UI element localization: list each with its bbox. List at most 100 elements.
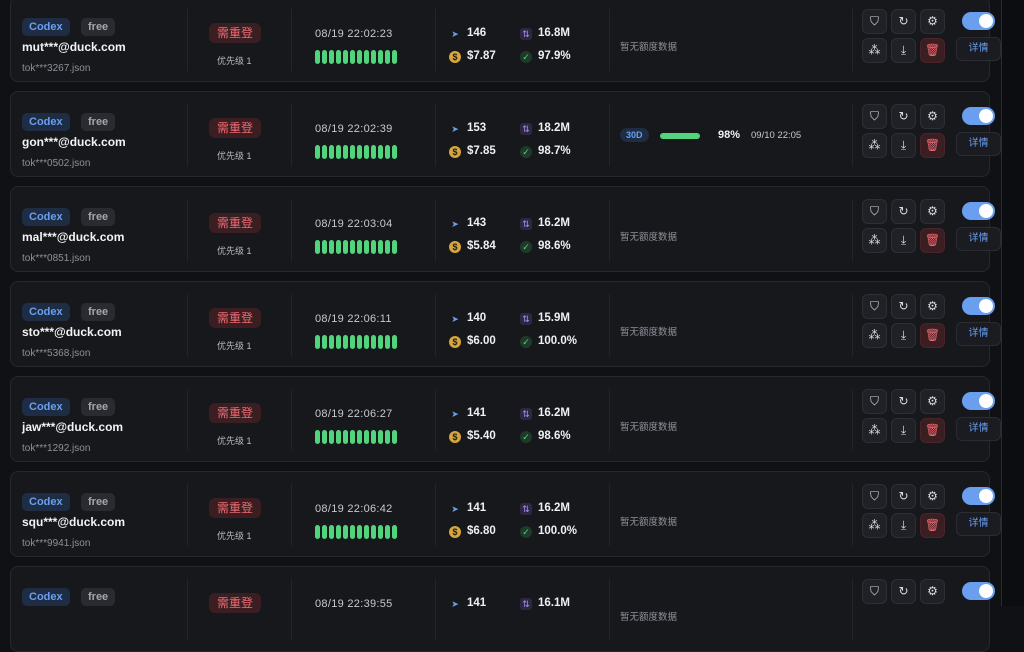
success-rate: 97.9% (538, 50, 571, 62)
download-icon[interactable]: ⤓ (891, 38, 916, 63)
health-bar-segment (322, 145, 327, 159)
refresh-icon[interactable]: ↻ (891, 579, 916, 604)
relogin-status-badge[interactable]: 需重登 (209, 23, 262, 43)
trash-icon[interactable]: 🗑 (920, 418, 945, 443)
download-icon[interactable]: ⤓ (891, 133, 916, 158)
relogin-status-badge[interactable]: 需重登 (209, 498, 262, 518)
health-bars (315, 430, 399, 444)
detail-button[interactable]: 详情 (956, 417, 1001, 441)
trash-icon[interactable]: 🗑 (920, 513, 945, 538)
gear-icon[interactable]: ⚙ (920, 199, 945, 224)
download-icon[interactable]: ⤓ (891, 323, 916, 348)
network-icon[interactable]: ⁂ (862, 513, 887, 538)
trash-icon[interactable]: 🗑 (920, 133, 945, 158)
gear-icon[interactable]: ⚙ (920, 389, 945, 414)
shield-icon[interactable]: ⛉ (862, 484, 887, 509)
refresh-icon[interactable]: ↻ (891, 199, 916, 224)
send-icon: ➤ (451, 599, 459, 609)
refresh-icon[interactable]: ↻ (891, 9, 916, 34)
trash-icon[interactable]: 🗑 (920, 323, 945, 348)
network-icon[interactable]: ⁂ (862, 418, 887, 443)
gear-icon[interactable]: ⚙ (920, 294, 945, 319)
download-icon[interactable]: ⤓ (891, 228, 916, 253)
refresh-icon[interactable]: ↻ (891, 104, 916, 129)
check-icon: ✓ (520, 146, 532, 158)
gear-icon[interactable]: ⚙ (920, 579, 945, 604)
health-bar-segment (378, 430, 383, 444)
detail-button[interactable]: 详情 (956, 37, 1001, 61)
health-bar-segment (371, 145, 376, 159)
network-icon[interactable]: ⁂ (862, 38, 887, 63)
health-bar-segment (364, 335, 369, 349)
quota-empty-text: 暂无额度数据 (620, 517, 678, 528)
cost-value: $7.85 (467, 145, 496, 157)
scrollbar[interactable] (1001, 0, 1024, 606)
health-bar-segment (322, 430, 327, 444)
divider (187, 294, 188, 356)
account-card: Codex free gon***@duck.com tok***0502.js… (10, 91, 1001, 177)
shield-icon[interactable]: ⛉ (862, 389, 887, 414)
relogin-status-badge[interactable]: 需重登 (209, 593, 262, 613)
network-icon[interactable]: ⁂ (862, 323, 887, 348)
detail-button[interactable]: 详情 (956, 132, 1001, 156)
download-icon[interactable]: ⤓ (891, 418, 916, 443)
refresh-icon[interactable]: ↻ (891, 294, 916, 319)
gear-icon[interactable]: ⚙ (920, 9, 945, 34)
request-count: 143 (467, 217, 487, 229)
enable-toggle[interactable] (962, 202, 995, 220)
divider (291, 389, 292, 451)
priority-label: 优先级 1 (217, 531, 252, 541)
send-icon: ➤ (451, 314, 459, 324)
plan-badge: free (81, 113, 116, 131)
toggle-knob (979, 14, 993, 28)
trash-icon[interactable]: 🗑 (920, 38, 945, 63)
gear-icon[interactable]: ⚙ (920, 484, 945, 509)
enable-toggle[interactable] (962, 107, 995, 125)
health-bars (315, 525, 399, 539)
last-used-time: 08/19 22:06:27 (315, 408, 393, 420)
shield-icon[interactable]: ⛉ (862, 104, 887, 129)
network-icon[interactable]: ⁂ (862, 228, 887, 253)
network-icon[interactable]: ⁂ (862, 133, 887, 158)
shield-icon[interactable]: ⛉ (862, 294, 887, 319)
enable-toggle[interactable] (962, 12, 995, 30)
shield-icon[interactable]: ⛉ (862, 9, 887, 34)
token-icon: ⇅ (520, 123, 532, 135)
health-bar-segment (336, 240, 341, 254)
trash-icon[interactable]: 🗑 (920, 228, 945, 253)
divider (291, 579, 292, 641)
health-bar-segment (378, 50, 383, 64)
relogin-status-badge[interactable]: 需重登 (209, 213, 262, 233)
health-bar-segment (364, 430, 369, 444)
divider (291, 199, 292, 261)
enable-toggle[interactable] (962, 297, 995, 315)
relogin-status-badge[interactable]: 需重登 (209, 403, 262, 423)
priority-label: 优先级 1 (217, 341, 252, 351)
detail-button[interactable]: 详情 (956, 227, 1001, 251)
enable-toggle[interactable] (962, 582, 995, 600)
shield-icon[interactable]: ⛉ (862, 579, 887, 604)
token-file: tok***5368.json (22, 348, 91, 359)
relogin-status-badge[interactable]: 需重登 (209, 308, 262, 328)
shield-icon[interactable]: ⛉ (862, 199, 887, 224)
provider-badge: Codex (22, 588, 70, 606)
refresh-icon[interactable]: ↻ (891, 389, 916, 414)
refresh-icon[interactable]: ↻ (891, 484, 916, 509)
divider (291, 484, 292, 546)
request-count: 141 (467, 407, 487, 419)
plan-badge: free (81, 208, 116, 226)
gear-icon[interactable]: ⚙ (920, 104, 945, 129)
divider (852, 484, 853, 546)
cost-value: $6.80 (467, 525, 496, 537)
provider-badge: Codex (22, 113, 70, 131)
divider (435, 579, 436, 641)
plan-badge: free (81, 303, 116, 321)
enable-toggle[interactable] (962, 487, 995, 505)
account-card: Codex free mut***@duck.com tok***3267.js… (10, 0, 1001, 82)
health-bar-segment (392, 430, 397, 444)
detail-button[interactable]: 详情 (956, 322, 1001, 346)
download-icon[interactable]: ⤓ (891, 513, 916, 538)
relogin-status-badge[interactable]: 需重登 (209, 118, 262, 138)
enable-toggle[interactable] (962, 392, 995, 410)
detail-button[interactable]: 详情 (956, 512, 1001, 536)
